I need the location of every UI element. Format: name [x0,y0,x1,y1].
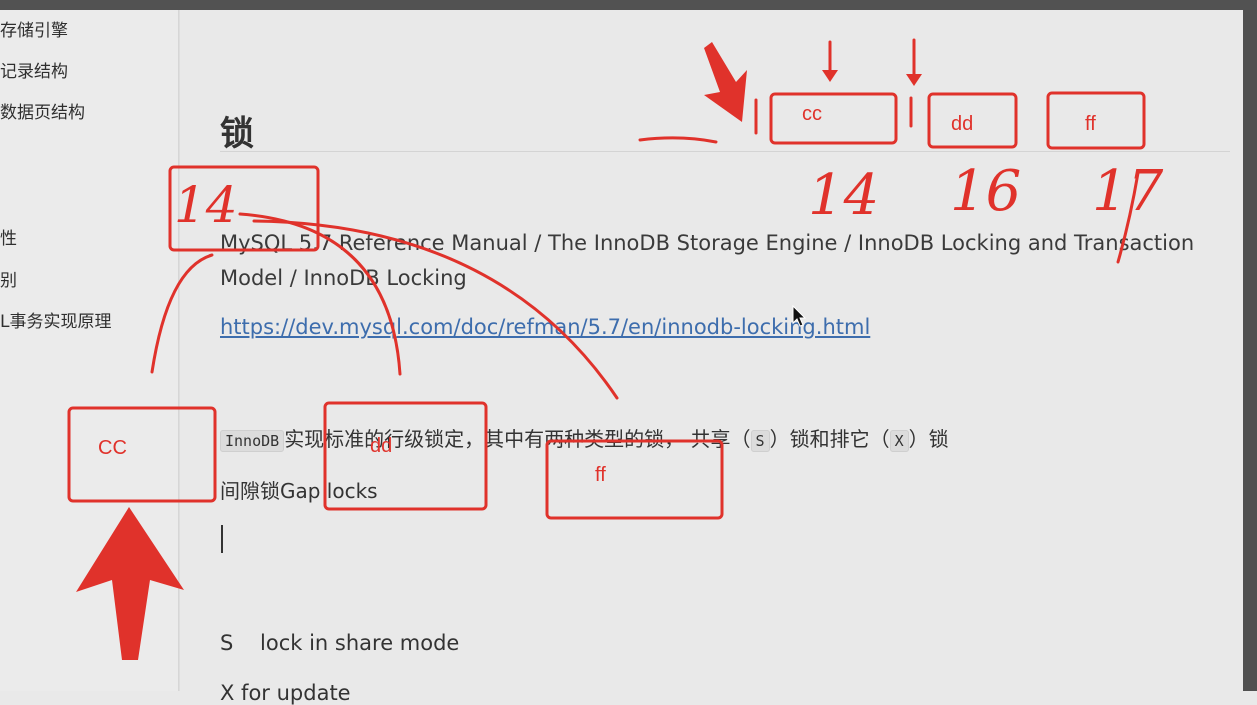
handwritten-14: 14 [808,163,879,228]
red-annotation-layer: cc dd ff CC dd ff 14 16 17 14 [67,38,1164,660]
curve-middle [238,212,402,376]
curve-left [150,253,214,374]
top-box-ff-label: ff [1085,113,1096,135]
handwritten-16: 16 [950,159,1021,224]
arrow-down-dd-head [906,74,922,86]
top-box-ff [1046,91,1146,150]
handwritten-14-left: 14 [174,176,238,234]
box-dd-lower [323,401,488,511]
box-dd-lower-label: dd [370,435,392,457]
arrow-up-cc-icon [76,507,184,660]
handwritten-17: 17 [1092,159,1164,224]
top-box-cc-label: cc [802,103,822,125]
arrow-pointing-gap-icon [704,42,747,122]
box-ff-lower [545,439,724,520]
top-box-cc [769,92,898,145]
arrow-down-cc-head [822,70,838,82]
box-cc-lower-label: CC [98,437,127,459]
box-cc-lower [67,406,217,503]
curve-right [252,219,619,400]
dash-stroke [638,136,718,144]
top-box-dd-label: dd [951,113,973,135]
box-ff-lower-label: ff [595,464,606,486]
